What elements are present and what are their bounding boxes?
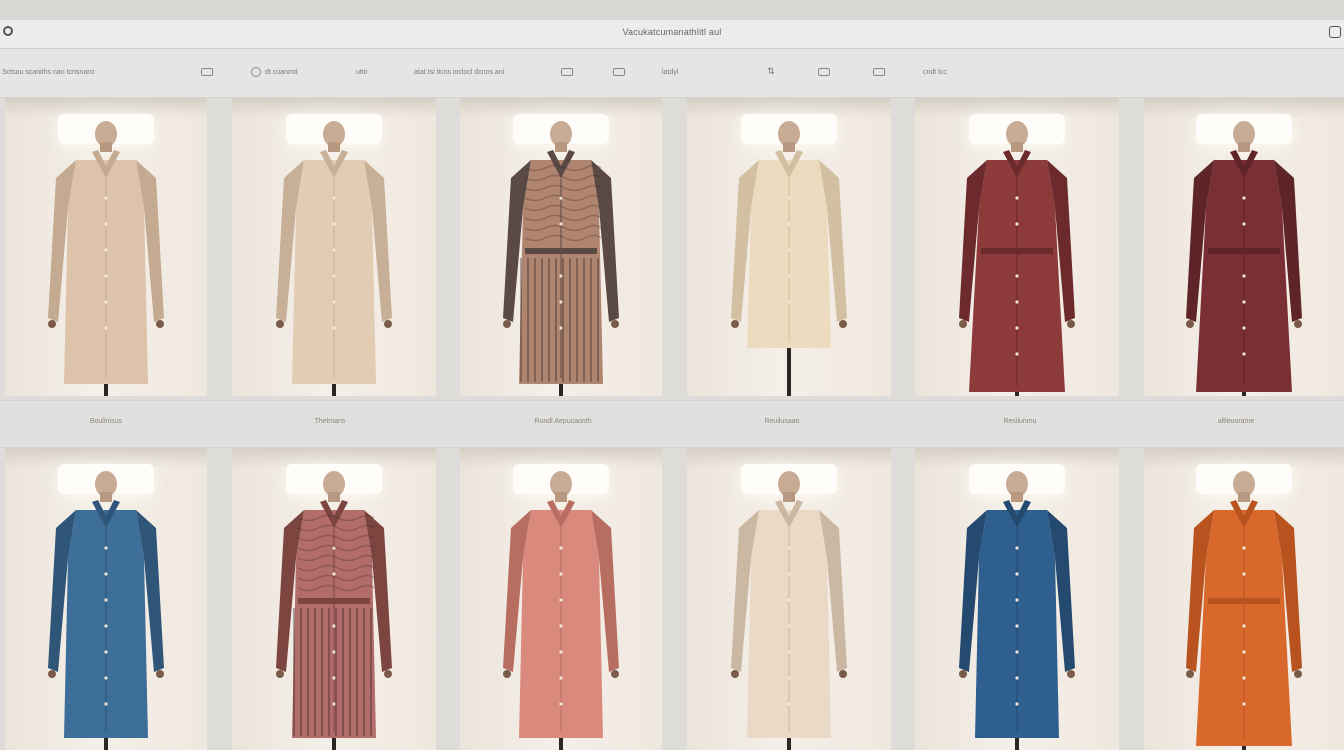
product-card[interactable] [460, 448, 662, 750]
product-image [276, 471, 392, 750]
product-card[interactable] [1144, 98, 1344, 396]
product-image [1186, 471, 1302, 750]
toolbar-item-label[interactable]: latdyl [662, 69, 678, 76]
tag-icon[interactable] [818, 68, 830, 76]
toolbar-item-label[interactable]: cndt lcc [923, 69, 947, 76]
toolbar-item-label[interactable]: dt cuanmd [265, 69, 298, 76]
product-caption: Rundl Aepucaonth [534, 418, 592, 425]
product-image [48, 471, 164, 750]
product-row-2 [0, 448, 1344, 750]
product-image [731, 121, 847, 396]
product-image [959, 121, 1075, 396]
product-card[interactable] [232, 448, 436, 750]
product-card[interactable] [232, 98, 436, 396]
product-caption: altleuorame [1217, 418, 1255, 425]
product-caption: Thelmans [314, 418, 346, 425]
product-image [276, 121, 392, 396]
toolbar-item-label[interactable]: atat tsi ticns ioclocl dcnos ani [414, 69, 504, 76]
product-card[interactable] [687, 98, 891, 396]
top-strip [0, 0, 1344, 20]
product-image [503, 121, 619, 396]
caption-band: Boulimsus Thelmans Rundl Aepucaonth Reui… [0, 400, 1344, 448]
product-card[interactable] [687, 448, 891, 750]
product-image [503, 471, 619, 750]
toolbar: Sctsou scaniths nan tcnsnarci dt cuanmd … [0, 49, 1344, 98]
product-row-1 [0, 98, 1344, 396]
window-title: Vacukatcumanathlitl aul [622, 27, 722, 37]
grid-icon[interactable] [561, 68, 573, 76]
product-card[interactable] [460, 98, 662, 396]
sort-icon[interactable]: ⇅ [766, 66, 776, 76]
product-caption: Resilunmu [1003, 418, 1037, 425]
product-image [959, 471, 1075, 750]
product-card[interactable] [1144, 448, 1344, 750]
product-card[interactable] [915, 448, 1119, 750]
product-card[interactable] [915, 98, 1119, 396]
product-card[interactable] [5, 448, 207, 750]
product-image [1186, 121, 1302, 396]
toolbar-item-label[interactable]: uttir [356, 69, 368, 76]
product-image [48, 121, 164, 396]
product-caption: Reuilusaan [764, 418, 800, 425]
user-icon[interactable] [251, 67, 261, 77]
list-icon[interactable] [613, 68, 625, 76]
toolbar-item-label[interactable]: Sctsou scaniths nan tcnsnarci [2, 69, 95, 76]
product-caption: Boulimsus [89, 418, 123, 425]
filter-icon[interactable] [201, 68, 213, 76]
window-control-icon[interactable] [1329, 26, 1341, 38]
settings-icon[interactable] [873, 68, 885, 76]
product-card[interactable] [5, 98, 207, 396]
product-image [731, 471, 847, 750]
title-bar: Vacukatcumanathlitl aul [0, 20, 1344, 49]
